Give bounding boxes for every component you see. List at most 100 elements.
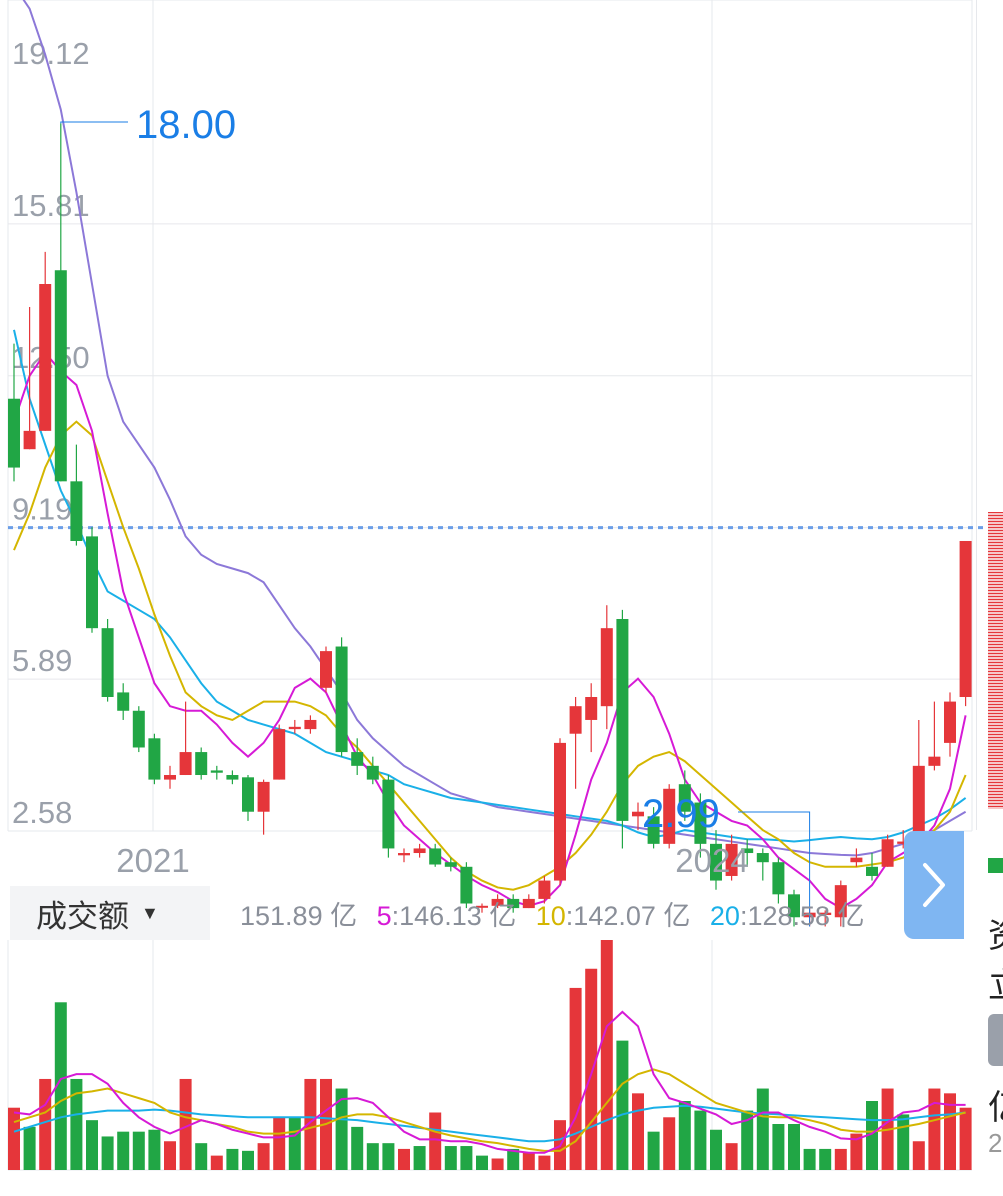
volume-bar-down (413, 1146, 426, 1170)
volume-bar-down (710, 1129, 722, 1170)
price-annotations: 18.00 2.99 (60, 103, 811, 927)
volume-bar-up (491, 1158, 504, 1170)
volume-bar-up (39, 1078, 52, 1170)
volume-bar-down (788, 1124, 800, 1170)
candle-up (959, 540, 972, 698)
candle-down (101, 628, 114, 698)
side-tag (988, 1014, 1003, 1066)
ma5-line (13, 351, 967, 910)
volume-bar-down (288, 1117, 301, 1170)
stock-chart[interactable]: 19.1215.8112.509.195.892.58 18.002.99 20… (0, 0, 1003, 1196)
depth-bar (988, 512, 1003, 809)
candle-down (382, 779, 395, 849)
x-tick-label: 2024 (675, 842, 748, 879)
candle-down (195, 752, 208, 776)
volume-bar-down (647, 1131, 660, 1170)
volume-bar-down (366, 1143, 379, 1170)
volume-bar-up (257, 1143, 270, 1170)
volume-ma20-key: 20 (709, 900, 740, 931)
volume-ma10-key: 10 (535, 900, 566, 931)
candle-down (70, 481, 83, 541)
price-tick-label: 2.58 (12, 795, 72, 830)
volume-bar-down (819, 1148, 832, 1170)
ma10-line (13, 420, 967, 891)
volume-ma10-value: :142.07 亿 (565, 900, 691, 931)
candle-up (320, 651, 332, 688)
volume-bar-up (429, 1112, 442, 1170)
candle-down (210, 770, 223, 773)
volume-bar-up (725, 1143, 738, 1170)
candle-up (257, 781, 270, 812)
legend-square-icon (988, 858, 1003, 873)
price-tick-label: 19.12 (12, 36, 90, 71)
candle-down (132, 710, 145, 748)
volume-bar-up (398, 1148, 410, 1170)
volume-bar-down (351, 1126, 364, 1170)
volume-bar-down (616, 1040, 629, 1170)
volume-bar-down (132, 1131, 145, 1170)
side-divider (976, 0, 977, 830)
candle-up (288, 726, 301, 730)
volume-indicator-dropdown[interactable]: 成交额 ▼ (10, 886, 210, 940)
high-marker-line (60, 121, 128, 124)
candle-up (164, 775, 176, 780)
volume-bar-down (148, 1129, 161, 1170)
volume-bar-up (538, 1155, 551, 1170)
volume-bar-down (460, 1146, 473, 1170)
candle-down (444, 862, 457, 867)
volume-bar-up (663, 1117, 676, 1170)
caret-down-icon: ▼ (141, 902, 159, 923)
candle-up (398, 853, 410, 856)
candle-down (866, 866, 878, 876)
volume-bar-down (117, 1131, 130, 1170)
candle-down (616, 618, 629, 821)
volume-bar-up (585, 968, 598, 1170)
candle-up (273, 729, 286, 780)
volume-bar-down (86, 1120, 98, 1170)
volume-header: 成交额 ▼ 151.89 亿 5:146.13 亿 10:142.07 亿 20… (10, 886, 970, 940)
volume-ma5-value: :146.13 亿 (391, 900, 517, 931)
candle-down (148, 738, 161, 780)
volume-legend: 151.89 亿 5:146.13 亿 10:142.07 亿 20:128.5… (240, 894, 865, 933)
next-page-button[interactable] (904, 831, 964, 939)
volume-bar-down (382, 1143, 395, 1170)
volume-bar-up (959, 1107, 972, 1170)
volume-bar-up (273, 1117, 286, 1170)
candle-down (54, 270, 67, 482)
volume-bar-down (897, 1114, 910, 1170)
side-panel-edge (976, 0, 1003, 1196)
candle-down (117, 692, 130, 711)
candle-down (756, 853, 769, 863)
volume-bar-up (834, 1148, 847, 1170)
candle-up (413, 848, 426, 854)
volume-bar-down (756, 1088, 769, 1170)
side-text-1: 资 (988, 908, 1003, 957)
volume-bar-down (772, 1124, 785, 1170)
side-text-2: 立 (988, 958, 1003, 1007)
volume-bar-down (803, 1148, 816, 1170)
volume-ma5-key: 5 (376, 900, 392, 931)
volume-bar-down (101, 1136, 114, 1170)
volume-bar-up (522, 1152, 535, 1170)
candle-up (569, 706, 582, 734)
volume-bar-up (8, 1107, 20, 1170)
candle-up (39, 284, 52, 431)
candle-up (928, 756, 941, 766)
volume-bar-down (678, 1101, 691, 1170)
volume-bar-down (476, 1155, 488, 1170)
high-price-label: 18.00 (136, 103, 236, 147)
candle-up (850, 857, 863, 863)
volume-bar-up (164, 1141, 176, 1170)
low-price-label: 2.99 (642, 792, 720, 836)
chevron-right-icon (923, 863, 945, 907)
candle-up (881, 839, 894, 867)
side-text-3: 亿 (988, 1080, 1003, 1129)
candle-down (8, 398, 20, 468)
side-text-4: 2 (988, 1128, 1003, 1158)
candle-down (242, 777, 254, 812)
x-tick-label: 2021 (116, 842, 189, 879)
candle-up (179, 752, 192, 776)
volume-current-value: 151.89 亿 (240, 900, 358, 931)
volume-bar-down (226, 1148, 239, 1170)
candle-down (429, 848, 442, 865)
